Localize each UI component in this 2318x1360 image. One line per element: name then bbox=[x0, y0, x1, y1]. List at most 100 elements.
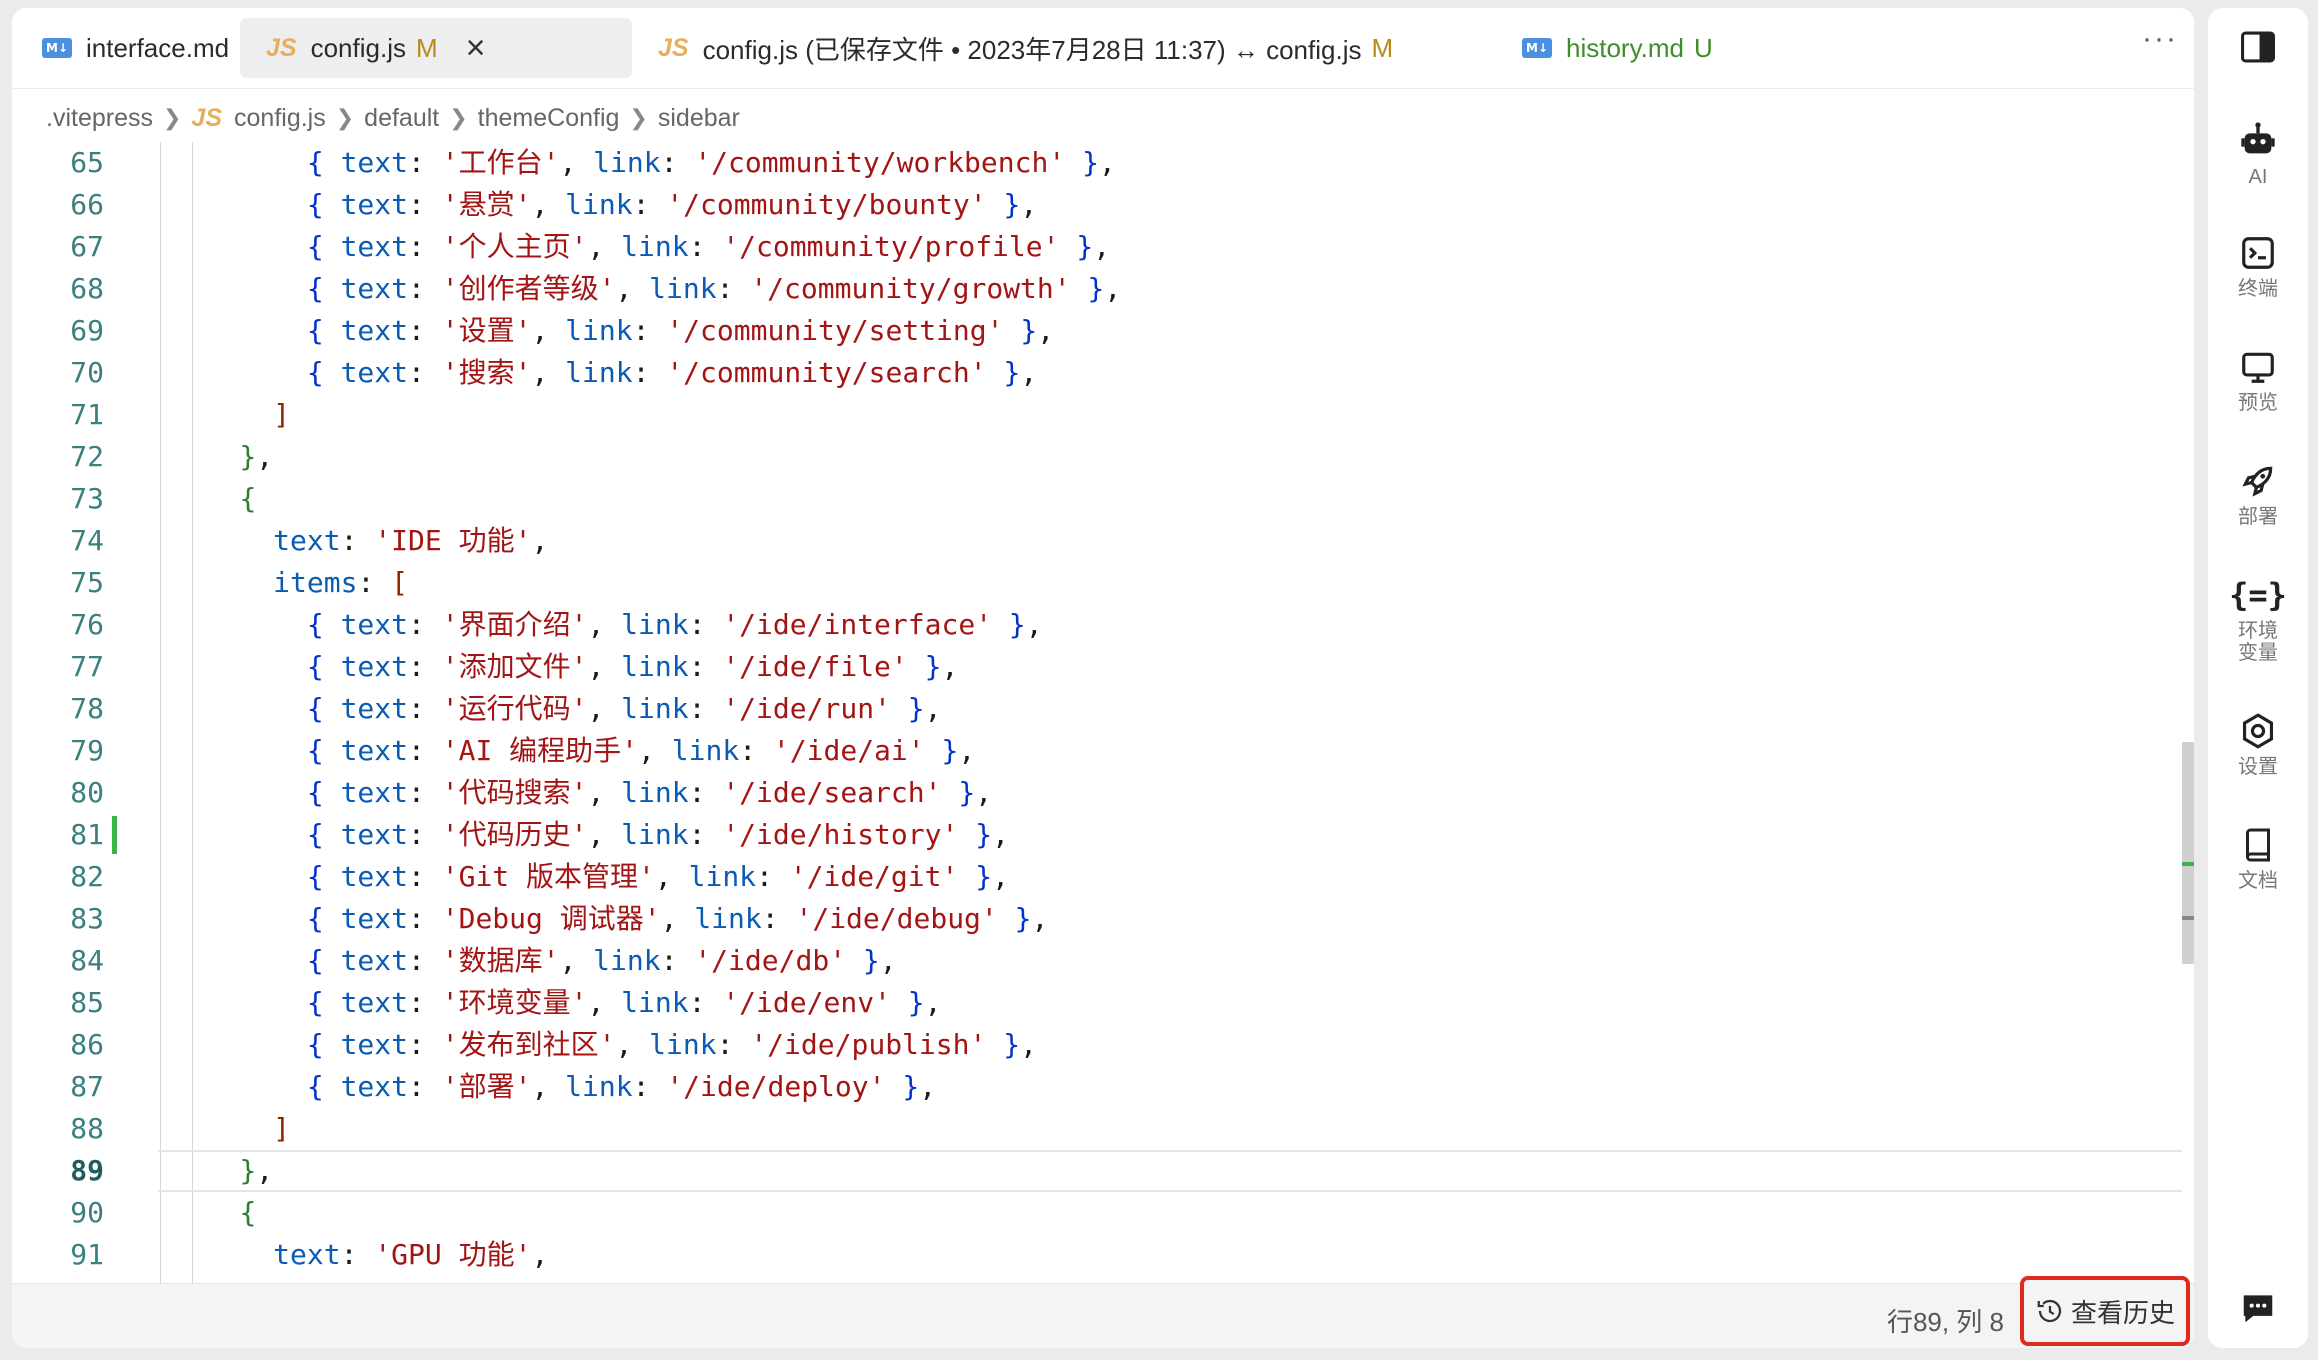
code-line[interactable]: 69 { text: '设置', link: '/community/setti… bbox=[12, 310, 2182, 352]
code-line[interactable]: 65 { text: '工作台', link: '/community/work… bbox=[12, 142, 2182, 184]
line-number: 69 bbox=[70, 314, 104, 347]
code-text: { text: '数据库', link: '/ide/db' }, bbox=[306, 944, 897, 977]
tab-config-js[interactable]: JS config.js M × bbox=[240, 18, 632, 78]
code-text: { text: '悬赏', link: '/community/bounty' … bbox=[306, 188, 1038, 221]
code-line[interactable]: 78 { text: '运行代码', link: '/ide/run' }, bbox=[12, 688, 2182, 730]
code-text: { text: 'AI 编程助手', link: '/ide/ai' }, bbox=[306, 734, 976, 767]
code-line[interactable]: 67 { text: '个人主页', link: '/community/pro… bbox=[12, 226, 2182, 268]
line-number: 88 bbox=[70, 1112, 104, 1145]
code-text: { text: '代码搜索', link: '/ide/search' }, bbox=[306, 776, 993, 809]
modified-badge: M bbox=[415, 32, 438, 63]
chat-button[interactable] bbox=[2208, 1290, 2308, 1326]
line-number: 65 bbox=[70, 146, 104, 179]
line-number: 85 bbox=[70, 986, 104, 1019]
line-number: 89 bbox=[70, 1154, 104, 1187]
tab-history-md[interactable]: M↓ history.md U bbox=[1522, 18, 1713, 78]
breadcrumb-item[interactable]: default bbox=[364, 104, 439, 133]
code-line[interactable]: 66 { text: '悬赏', link: '/community/bount… bbox=[12, 184, 2182, 226]
scrollbar-thumb[interactable] bbox=[2182, 742, 2194, 964]
breadcrumb-item[interactable]: themeConfig bbox=[478, 104, 620, 133]
code-line[interactable]: 79 { text: 'AI 编程助手', link: '/ide/ai' }, bbox=[12, 730, 2182, 772]
code-line[interactable]: 73 { bbox=[12, 478, 2182, 520]
code-text: ] bbox=[273, 398, 291, 431]
deploy-button[interactable]: 部署 bbox=[2208, 462, 2308, 528]
code-line[interactable]: 68 { text: '创作者等级', link: '/community/gr… bbox=[12, 268, 2182, 310]
monitor-icon bbox=[2242, 352, 2274, 383]
code-line[interactable]: 91 text: 'GPU 功能', bbox=[12, 1234, 2182, 1276]
tab-bar: M↓ interface.md M JS config.js M × JS co… bbox=[12, 8, 2194, 88]
tab-label: config.js (已保存文件 • 2023年7月28日 11:37) ↔ c… bbox=[702, 34, 1362, 65]
code-line[interactable]: 81 { text: '代码历史', link: '/ide/history' … bbox=[12, 814, 2182, 856]
tab-config-js-diff[interactable]: JS config.js (已保存文件 • 2023年7月28日 11:37) … bbox=[658, 18, 1393, 78]
code-text: { text: 'Git 版本管理', link: '/ide/git' }, bbox=[306, 860, 1009, 893]
js-icon: JS bbox=[266, 33, 297, 62]
code-line[interactable]: 88 ] bbox=[12, 1108, 2182, 1150]
code-text: }, bbox=[239, 1154, 274, 1187]
code-line[interactable]: 85 { text: '环境变量', link: '/ide/env' }, bbox=[12, 982, 2182, 1024]
divider bbox=[12, 88, 2194, 89]
line-number: 91 bbox=[70, 1238, 104, 1271]
untracked-badge: U bbox=[1694, 32, 1713, 63]
code-text: }, bbox=[239, 440, 274, 473]
breadcrumb-item[interactable]: .vitepress bbox=[46, 104, 153, 133]
breadcrumb-item[interactable]: sidebar bbox=[658, 104, 740, 133]
close-icon[interactable]: × bbox=[466, 31, 486, 65]
breadcrumb-item[interactable]: config.js bbox=[234, 104, 326, 133]
code-line[interactable]: 76 { text: '界面介绍', link: '/ide/interface… bbox=[12, 604, 2182, 646]
code-line[interactable]: 84 { text: '数据库', link: '/ide/db' }, bbox=[12, 940, 2182, 982]
chevron-right-icon: ❯ bbox=[449, 105, 468, 130]
change-marker bbox=[2182, 862, 2194, 866]
book-icon bbox=[2246, 828, 2270, 862]
code-line[interactable]: 80 { text: '代码搜索', link: '/ide/search' }… bbox=[12, 772, 2182, 814]
code-text: { bbox=[239, 482, 257, 515]
code-text: { text: '添加文件', link: '/ide/file' }, bbox=[306, 650, 959, 683]
code-line[interactable]: 77 { text: '添加文件', link: '/ide/file' }, bbox=[12, 646, 2182, 688]
code-text: { text: '部署', link: '/ide/deploy' }, bbox=[306, 1070, 937, 1103]
code-line[interactable]: 89 }, bbox=[12, 1150, 2182, 1192]
preview-button[interactable]: 预览 bbox=[2208, 348, 2308, 414]
code-line[interactable]: 86 { text: '发布到社区', link: '/ide/publish'… bbox=[12, 1024, 2182, 1066]
sidebar-label: AI bbox=[2248, 166, 2268, 188]
line-number: 67 bbox=[70, 230, 104, 263]
code-editor[interactable]: 65 { text: '工作台', link: '/community/work… bbox=[12, 142, 2194, 1292]
status-bar: 行89, 列 8 查看历史 bbox=[12, 1276, 2194, 1348]
code-line[interactable]: 71 ] bbox=[12, 394, 2182, 436]
env-vars-button[interactable]: {=} 环境 变量 bbox=[2208, 576, 2308, 664]
markdown-icon: M↓ bbox=[1522, 38, 1552, 58]
code-line[interactable]: 83 { text: 'Debug 调试器', link: '/ide/debu… bbox=[12, 898, 2182, 940]
toggle-panel-button[interactable] bbox=[2208, 30, 2308, 64]
markdown-icon: M↓ bbox=[42, 38, 72, 58]
line-number: 76 bbox=[70, 608, 104, 641]
more-actions-icon[interactable]: ··· bbox=[2142, 22, 2178, 56]
tab-label: config.js bbox=[310, 32, 406, 63]
code-line[interactable]: 74 text: 'IDE 功能', bbox=[12, 520, 2182, 562]
line-number: 81 bbox=[70, 818, 104, 851]
line-number: 71 bbox=[70, 398, 104, 431]
code-text: { text: '运行代码', link: '/ide/run' }, bbox=[306, 692, 942, 725]
code-line[interactable]: 82 { text: 'Git 版本管理', link: '/ide/git' … bbox=[12, 856, 2182, 898]
code-line[interactable]: 87 { text: '部署', link: '/ide/deploy' }, bbox=[12, 1066, 2182, 1108]
code-line[interactable]: 72 }, bbox=[12, 436, 2182, 478]
settings-button[interactable]: 设置 bbox=[2208, 712, 2308, 778]
tab-label: interface.md bbox=[86, 32, 230, 63]
code-text: { text: '设置', link: '/community/setting'… bbox=[306, 314, 1055, 347]
tab-interface-md[interactable]: M↓ interface.md M bbox=[42, 18, 261, 78]
git-change-marker bbox=[112, 816, 117, 854]
code-text: { text: '搜索', link: '/community/search' … bbox=[306, 356, 1038, 389]
breadcrumb: .vitepress ❯ JS config.js ❯ default ❯ th… bbox=[46, 96, 740, 140]
js-icon: JS bbox=[191, 103, 223, 132]
docs-button[interactable]: 文档 bbox=[2208, 826, 2308, 892]
ai-button[interactable]: AI bbox=[2208, 120, 2308, 188]
code-text: text: 'GPU 功能', bbox=[273, 1238, 549, 1271]
rocket-icon bbox=[2242, 466, 2273, 497]
terminal-button[interactable]: 终端 bbox=[2208, 234, 2308, 300]
view-history-button[interactable]: 查看历史 bbox=[2020, 1276, 2190, 1346]
code-line[interactable]: 75 items: [ bbox=[12, 562, 2182, 604]
cursor-position[interactable]: 行89, 列 8 bbox=[1887, 1302, 2004, 1339]
code-line[interactable]: 90 { bbox=[12, 1192, 2182, 1234]
cursor-marker bbox=[2182, 916, 2194, 920]
code-line[interactable]: 70 { text: '搜索', link: '/community/searc… bbox=[12, 352, 2182, 394]
braces-icon: {=} bbox=[2229, 576, 2287, 614]
right-sidebar: AI 终端 预览 部署 {=} 环境 变量 设置 文档 bbox=[2208, 8, 2308, 1348]
scrollbar[interactable] bbox=[2180, 276, 2194, 1292]
